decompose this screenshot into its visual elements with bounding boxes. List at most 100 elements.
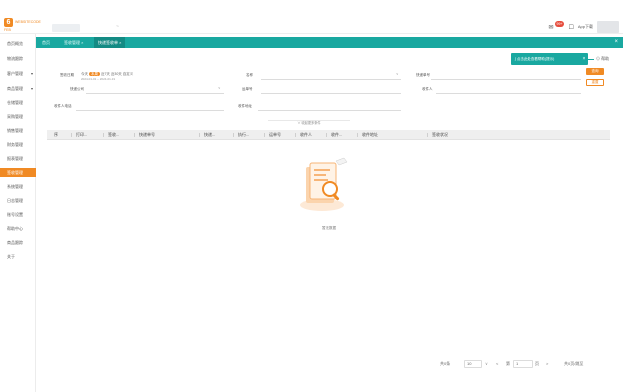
column-header-recipient-phone[interactable]: 收件... — [331, 130, 342, 140]
page-tabs: 首页 签收管理 × 快递签收单 × × — [36, 37, 623, 48]
close-icon[interactable]: × — [614, 37, 618, 48]
sidebar-item-label: 日志管理 — [7, 198, 23, 203]
chip-week[interactable]: 本周 — [88, 72, 100, 76]
chevron-down-icon: ▾ — [30, 86, 33, 91]
sidebar-item-label: 商品管理 — [7, 86, 23, 91]
column-divider — [264, 133, 265, 137]
help-button[interactable]: ⊙ 帮助 — [596, 55, 609, 63]
browser-tab[interactable] — [52, 24, 80, 32]
tracking-label: 快递单号 — [416, 73, 430, 77]
help-icon: ⊙ — [596, 56, 600, 61]
sidebar-item-label: 销售管理 — [7, 128, 23, 133]
top-bar: 6 WEBSITECODE FEB ~ ✉ 99+ ☐ App下载 — [0, 0, 623, 34]
phone-input[interactable] — [76, 110, 224, 111]
column-header-courier[interactable]: 快递... — [204, 130, 215, 140]
courier-label: 快递公司 — [70, 87, 84, 91]
tab-home[interactable]: 首页 — [42, 37, 50, 48]
name-input[interactable] — [261, 79, 401, 80]
sidebar-item[interactable]: 帮助中心 — [0, 224, 36, 233]
phone-label: 收件人电话 — [54, 104, 72, 108]
sidebar-item[interactable]: 账号设置 — [0, 210, 36, 219]
sidebar-item[interactable]: 销售管理 — [0, 126, 36, 135]
chevron-down-icon: ∨ — [485, 361, 488, 366]
column-header-recipient[interactable]: 收件人 — [300, 130, 312, 140]
chip-30days[interactable]: 近30天 — [111, 72, 122, 76]
phone-icon[interactable]: ☐ — [568, 24, 573, 31]
logo-mark: 6 — [4, 18, 13, 27]
date-chips: 今天 本周 近7天 近30天 自定义 2024-01-01 ~ 2024-01-… — [81, 72, 133, 82]
column-header-address[interactable]: 收件地址 — [362, 130, 378, 140]
waybill-input[interactable] — [261, 93, 401, 94]
sidebar-item-label: 商品跟踪 — [7, 240, 23, 245]
next-page-button[interactable]: > — [546, 359, 548, 369]
column-header-status[interactable]: 签收状况 — [432, 130, 448, 140]
column-divider — [233, 133, 234, 137]
page-number-input[interactable]: 1 — [513, 360, 533, 368]
tab-sign-management[interactable]: 签收管理 × — [64, 37, 83, 48]
chip-custom[interactable]: 自定义 — [123, 72, 134, 76]
column-header-print[interactable]: 打印... — [76, 130, 87, 140]
sidebar-item[interactable]: 关于 — [0, 252, 36, 261]
page-size-select[interactable]: 10 — [464, 360, 482, 368]
sidebar-item[interactable]: 系统管理 — [0, 182, 36, 191]
empty-illustration — [292, 155, 354, 215]
sidebar-item[interactable]: 采购管理 — [0, 112, 36, 121]
help-notice[interactable]: ∫ 点击此处查看帮助(提示) — [511, 53, 588, 65]
address-label: 收件地址 — [238, 104, 252, 108]
chip-7days[interactable]: 近7天 — [101, 72, 110, 76]
logo: 6 WEBSITECODE FEB — [4, 18, 41, 32]
sidebar-item-label: 财务管理 — [7, 142, 23, 147]
chip-today[interactable]: 今天 — [81, 72, 88, 76]
mail-icon[interactable]: ✉ — [549, 24, 554, 31]
sidebar-item[interactable]: 报表管理 — [0, 154, 36, 163]
collapse-toggle[interactable]: ∨ 收起更多条件 — [268, 120, 350, 125]
sidebar-item[interactable]: 物流跟踪 — [0, 54, 36, 63]
tracking-input[interactable] — [431, 79, 581, 80]
reset-button[interactable]: 重置 — [586, 79, 604, 86]
column-divider — [199, 133, 200, 137]
tab-indicator: ~ — [116, 24, 119, 30]
column-header-exec[interactable]: 执行... — [238, 130, 249, 140]
sidebar-item-label: 报表管理 — [7, 156, 23, 161]
date-range-value[interactable]: 2024-01-01 ~ 2024-01-31 — [81, 77, 133, 82]
sidebar-item-label: 物流跟踪 — [7, 56, 23, 61]
column-header-waybill[interactable]: 运单号 — [269, 130, 281, 140]
search-button[interactable]: 查询 — [586, 68, 604, 75]
courier-select[interactable] — [86, 93, 224, 94]
sidebar-item[interactable]: 首页概览 — [0, 39, 36, 48]
sidebar-item[interactable]: 客户管理 ▾ — [0, 69, 36, 78]
address-input[interactable] — [258, 110, 401, 111]
header-actions: ✉ 99+ ☐ App下载 — [549, 20, 619, 34]
tab-express-sign[interactable]: 快递签收单 × — [94, 37, 126, 48]
sidebar-item-label: 签收管理 — [7, 170, 23, 175]
column-header-express-no[interactable]: 快递单号 — [139, 130, 155, 140]
sidebar-item[interactable]: 日志管理 — [0, 196, 36, 205]
sidebar-item-label: 系统管理 — [7, 184, 23, 189]
column-header-sign[interactable]: 签收... — [108, 130, 119, 140]
sidebar-item-label: 采购管理 — [7, 114, 23, 119]
close-icon[interactable]: × — [580, 53, 588, 65]
page-prefix: 第 — [506, 361, 510, 366]
column-header-index[interactable]: 序 — [54, 130, 58, 140]
sidebar-item[interactable]: 商品管理 ▾ — [0, 84, 36, 93]
name-label: 名称 — [246, 73, 253, 77]
chevron-down-icon: ∨ — [396, 72, 399, 76]
recipient-input[interactable] — [436, 93, 581, 94]
sidebar-item-label: 首页概览 — [7, 41, 23, 46]
sidebar-item[interactable]: 仓储管理 — [0, 98, 36, 107]
brand-name: WEBSITECODE — [15, 20, 41, 24]
sidebar-item-label: 仓储管理 — [7, 100, 23, 105]
sidebar-item[interactable]: 财务管理 — [0, 140, 36, 149]
brand-sub: FEB — [4, 28, 11, 32]
column-divider — [71, 133, 72, 137]
empty-message: 暂无数据 — [322, 226, 336, 230]
app-download-link[interactable]: App下载 — [578, 24, 593, 30]
empty-document-icon — [300, 157, 348, 211]
prev-page-button[interactable]: < — [496, 359, 498, 369]
page-size-value: 10 — [467, 361, 472, 366]
avatar[interactable] — [597, 21, 619, 33]
sidebar-item-active[interactable]: 签收管理 — [0, 168, 36, 177]
waybill-label: 运单号 — [242, 87, 253, 91]
sidebar-item[interactable]: 商品跟踪 — [0, 238, 36, 247]
total-pages: 共0页/跳至 — [564, 361, 584, 366]
